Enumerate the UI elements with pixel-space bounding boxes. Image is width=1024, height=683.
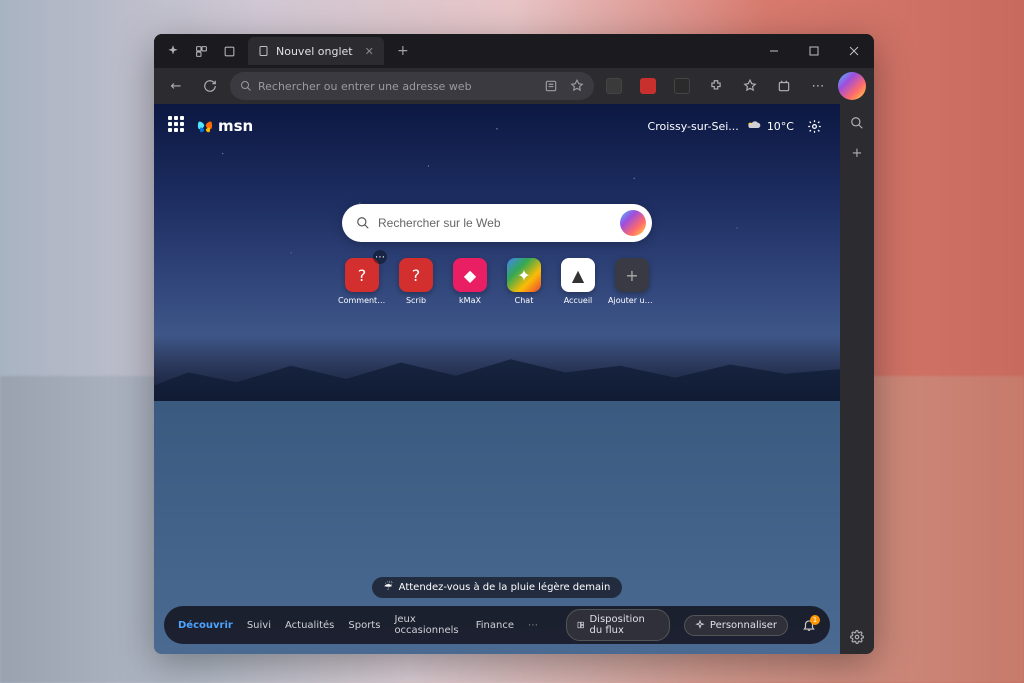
reader-icon[interactable] (544, 79, 558, 93)
browser-tab[interactable]: Nouvel onglet ✕ (248, 37, 384, 65)
feed-footer-bar: Découvrir Suivi Actualités Sports Jeux o… (164, 606, 830, 644)
search-icon (356, 216, 370, 230)
forecast-text: Attendez-vous à de la pluie légère demai… (399, 582, 611, 593)
minimize-button[interactable] (754, 34, 794, 68)
weather-widget[interactable]: Croissy-sur-Sei... 10°C (648, 118, 794, 134)
new-tab-page: msn Croissy-sur-Sei... 10°C (154, 104, 840, 654)
weather-temp: 10°C (767, 120, 794, 133)
layout-icon (577, 620, 584, 630)
refresh-button[interactable] (196, 72, 224, 100)
tab-title: Nouvel onglet (276, 45, 353, 58)
titlebar: Nouvel onglet ✕ + (154, 34, 874, 68)
sidebar-search-button[interactable] (846, 112, 868, 134)
copilot-button[interactable] (838, 72, 866, 100)
footer-tab-discover[interactable]: Découvrir (178, 620, 233, 631)
extensions-button[interactable] (702, 72, 730, 100)
quick-links: ?⋯ Comment C... ? Scrib ◆ kMaX ✦ (340, 258, 654, 305)
toolbar: ← Rechercher ou entrer une adresse web ⋯ (154, 68, 874, 104)
favorites-button[interactable] (736, 72, 764, 100)
search-box[interactable] (342, 204, 652, 242)
personalize-button[interactable]: Personnaliser (684, 615, 788, 636)
extension-red-icon[interactable] (634, 72, 662, 100)
copilot-chip-icon[interactable] (620, 210, 646, 236)
quick-link-tile[interactable]: ✦ Chat (502, 258, 546, 305)
maximize-button[interactable] (794, 34, 834, 68)
back-button[interactable]: ← (162, 72, 190, 100)
tab-actions-icon[interactable] (216, 38, 242, 64)
favorite-icon[interactable] (570, 79, 584, 93)
msn-logo-text: msn (218, 117, 253, 135)
notifications-button[interactable]: 1 (802, 618, 816, 632)
umbrella-icon: ☔ (384, 582, 393, 593)
more-button[interactable]: ⋯ (804, 72, 832, 100)
add-quick-link-button[interactable]: + Ajouter un r... (610, 258, 654, 305)
sparkle-icon (695, 620, 705, 630)
sidebar-add-button[interactable]: + (846, 142, 868, 164)
footer-more-button[interactable]: ⋯ (528, 620, 538, 631)
feed-layout-button[interactable]: Disposition du flux (566, 609, 670, 641)
app-launcher-icon[interactable] (168, 116, 188, 136)
quick-link-tile[interactable]: ▲ Accueil (556, 258, 600, 305)
extension-dark-icon[interactable] (668, 72, 696, 100)
copilot-tab-icon[interactable] (160, 38, 186, 64)
close-window-button[interactable] (834, 34, 874, 68)
quick-link-tile[interactable]: ?⋯ Comment C... (340, 258, 384, 305)
ntp-settings-button[interactable] (802, 114, 826, 138)
sidebar-settings-button[interactable] (846, 626, 868, 648)
tile-more-icon[interactable]: ⋯ (373, 250, 387, 264)
notification-badge: 1 (810, 615, 820, 625)
browser-window: Nouvel onglet ✕ + ← Rechercher ou entrer… (154, 34, 874, 654)
workspaces-icon[interactable] (188, 38, 214, 64)
footer-tab-sports[interactable]: Sports (348, 620, 380, 631)
search-icon (240, 80, 252, 92)
edge-sidebar: + (840, 104, 874, 654)
addressbar[interactable]: Rechercher ou entrer une adresse web (230, 72, 594, 100)
collections-button[interactable] (770, 72, 798, 100)
footer-tab-following[interactable]: Suivi (247, 620, 271, 631)
weather-location: Croissy-sur-Sei... (648, 120, 739, 133)
page-icon (258, 45, 270, 57)
close-tab-icon[interactable]: ✕ (365, 45, 374, 58)
msn-butterfly-icon (196, 117, 214, 135)
footer-tab-games[interactable]: Jeux occasionnels (394, 614, 461, 636)
weather-icon (745, 118, 761, 134)
footer-tab-finance[interactable]: Finance (476, 620, 514, 631)
msn-logo[interactable]: msn (196, 117, 253, 135)
quick-link-tile[interactable]: ◆ kMaX (448, 258, 492, 305)
extension-controller-icon[interactable] (600, 72, 628, 100)
search-input[interactable] (378, 216, 620, 230)
forecast-banner[interactable]: ☔ Attendez-vous à de la pluie légère dem… (372, 577, 623, 598)
new-tab-button[interactable]: + (390, 38, 416, 64)
footer-tab-news[interactable]: Actualités (285, 620, 334, 631)
addressbar-placeholder: Rechercher ou entrer une adresse web (258, 80, 472, 93)
quick-link-tile[interactable]: ? Scrib (394, 258, 438, 305)
